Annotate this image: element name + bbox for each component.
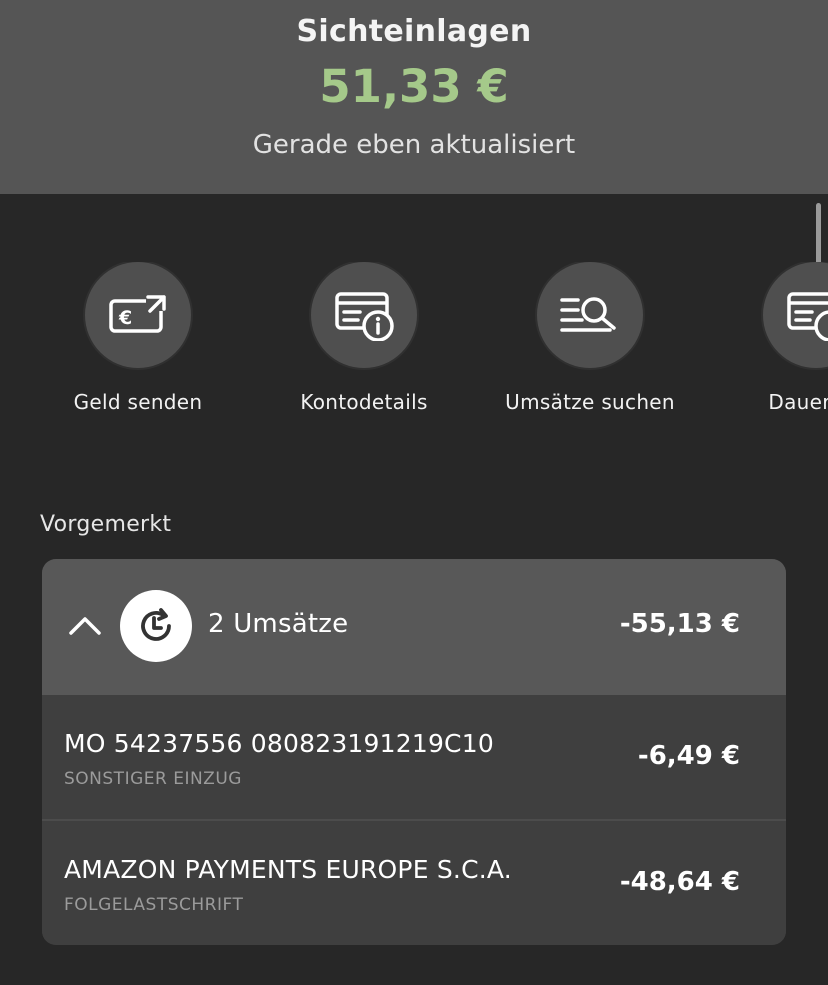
transaction-name: AMAZON PAYMENTS EUROPE S.C.A. (64, 855, 512, 884)
account-title: Sichteinlagen (296, 14, 532, 49)
transaction-row[interactable]: AMAZON PAYMENTS EUROPE S.C.A. FOLGELASTS… (42, 821, 786, 945)
action-geld-senden[interactable]: € Geld senden (23, 262, 253, 414)
standing-order-icon (787, 292, 828, 341)
pending-summary-row[interactable]: 2 Umsätze -55,13 € (42, 559, 786, 695)
transaction-row[interactable]: MO 54237556 080823191219C10 SONSTIGER EI… (42, 695, 786, 821)
action-label: Geld senden (73, 390, 203, 414)
action-umsaetze-suchen[interactable]: Umsätze suchen (475, 262, 705, 414)
action-circle[interactable] (763, 262, 828, 368)
section-title-pending: Vorgemerkt (40, 512, 172, 537)
pending-count: 2 Umsätze (208, 609, 349, 639)
pending-clock-badge (120, 590, 192, 662)
pending-total: -55,13 € (619, 609, 740, 639)
euro-send-icon: € (109, 295, 166, 333)
action-circle[interactable] (537, 262, 643, 368)
clock-refresh-icon (141, 608, 171, 641)
transaction-amount: -48,64 € (619, 867, 740, 897)
balance-header: Sichteinlagen 51,33 € Gerade eben aktual… (0, 0, 828, 194)
transaction-type: FOLGELASTSCHRIFT (64, 895, 244, 915)
action-circle[interactable] (311, 262, 417, 368)
pending-transactions-card: 2 Umsätze -55,13 € MO 54237556 080823191… (42, 559, 786, 945)
transaction-type: SONSTIGER EINZUG (64, 769, 242, 789)
action-kontodetails[interactable]: Kontodetails (249, 262, 479, 414)
update-status: Gerade eben aktualisiert (252, 130, 576, 160)
action-dauerauftraege[interactable]: Dauerauf (701, 262, 828, 414)
action-label: Dauerauf (768, 390, 828, 414)
account-info-icon (335, 292, 394, 341)
chevron-up-icon[interactable] (68, 611, 102, 641)
search-list-icon (560, 297, 616, 332)
quick-actions: € Geld senden Kontodetails Umsätze suche… (0, 262, 828, 422)
action-circle[interactable]: € (85, 262, 191, 368)
action-label: Kontodetails (300, 390, 428, 414)
transaction-name: MO 54237556 080823191219C10 (64, 729, 494, 758)
transaction-amount: -6,49 € (637, 741, 740, 771)
action-label: Umsätze suchen (505, 390, 675, 414)
account-balance: 51,33 € (319, 60, 509, 113)
svg-text:€: € (118, 307, 132, 329)
